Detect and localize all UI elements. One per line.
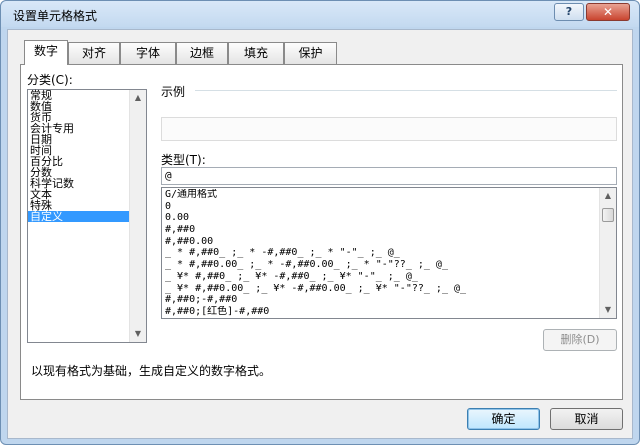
ok-button[interactable]: 确定 bbox=[467, 408, 540, 430]
format-code-item[interactable]: #,##0;[红色]-#,##0 bbox=[165, 306, 597, 318]
type-label: 类型(T): bbox=[161, 153, 206, 167]
dialog-body: 数字 对齐 字体 边框 填充 保护 分类(C): 常规 数值 货币 会计专用 日… bbox=[7, 29, 633, 439]
format-code-item[interactable]: _ ¥* #,##0.00_ ;_ ¥* -#,##0.00_ ;_ ¥* "-… bbox=[165, 283, 597, 295]
format-code-item[interactable]: #,##0;-#,##0 bbox=[165, 294, 597, 306]
format-code-listbox[interactable]: G/通用格式 0 0.00 #,##0 #,##0.00 _ * #,##0_ … bbox=[161, 187, 617, 319]
tab-border[interactable]: 边框 bbox=[176, 42, 228, 64]
description-text: 以现有格式为基础，生成自定义的数字格式。 bbox=[31, 364, 272, 378]
dialog-title: 设置单元格格式 bbox=[13, 9, 98, 23]
delete-button[interactable]: 删除(D) bbox=[543, 329, 617, 351]
format-code-item[interactable]: 0.00 bbox=[165, 212, 597, 224]
sample-label: 示例 bbox=[161, 85, 186, 99]
tab-font[interactable]: 字体 bbox=[120, 42, 176, 64]
scroll-down-arrow-icon[interactable]: ▼ bbox=[600, 302, 616, 318]
tab-fill[interactable]: 填充 bbox=[228, 42, 284, 64]
tab-protection[interactable]: 保护 bbox=[284, 42, 337, 64]
category-item-selected[interactable]: 自定义 bbox=[28, 211, 131, 222]
format-code-item[interactable]: #,##0 bbox=[165, 224, 597, 236]
help-button[interactable]: ? bbox=[554, 3, 584, 21]
number-tab-panel: 分类(C): 常规 数值 货币 会计专用 日期 时间 百分比 分数 科学记数 文… bbox=[20, 64, 623, 400]
type-input[interactable]: @ bbox=[161, 167, 617, 185]
scroll-up-arrow-icon[interactable]: ▲ bbox=[130, 90, 146, 106]
sample-divider bbox=[195, 90, 617, 91]
format-code-scrollbar[interactable]: ▲ ▼ bbox=[599, 188, 616, 318]
format-code-item[interactable]: 0 bbox=[165, 201, 597, 213]
format-code-item[interactable]: _ * #,##0.00_ ;_ * -#,##0.00_ ;_ * "-"??… bbox=[165, 259, 597, 271]
title-bar[interactable]: 设置单元格格式 ? ✕ bbox=[1, 1, 639, 27]
scroll-down-arrow-icon[interactable]: ▼ bbox=[130, 326, 146, 342]
scroll-up-arrow-icon[interactable]: ▲ bbox=[600, 188, 616, 204]
category-items: 常规 数值 货币 会计专用 日期 时间 百分比 分数 科学记数 文本 特殊 自定… bbox=[28, 90, 131, 222]
category-listbox[interactable]: 常规 数值 货币 会计专用 日期 时间 百分比 分数 科学记数 文本 特殊 自定… bbox=[27, 89, 147, 343]
format-code-item[interactable]: _ ¥* #,##0_ ;_ ¥* -#,##0_ ;_ ¥* "-"_ ;_ … bbox=[165, 271, 597, 283]
scroll-thumb[interactable] bbox=[602, 208, 614, 222]
tab-alignment[interactable]: 对齐 bbox=[68, 42, 120, 64]
cancel-button[interactable]: 取消 bbox=[550, 408, 623, 430]
category-scrollbar[interactable]: ▲ ▼ bbox=[129, 90, 146, 342]
format-code-item[interactable]: _ * #,##0_ ;_ * -#,##0_ ;_ * "-"_ ;_ @_ bbox=[165, 247, 597, 259]
category-label: 分类(C): bbox=[27, 73, 73, 87]
sample-preview bbox=[161, 117, 617, 141]
format-code-items: G/通用格式 0 0.00 #,##0 #,##0.00 _ * #,##0_ … bbox=[165, 189, 597, 318]
close-button[interactable]: ✕ bbox=[586, 3, 630, 21]
format-code-item[interactable]: #,##0.00 bbox=[165, 236, 597, 248]
format-cells-dialog: 设置单元格格式 ? ✕ 数字 对齐 字体 边框 填充 保护 分类(C): 常规 … bbox=[0, 0, 640, 445]
format-code-item[interactable]: G/通用格式 bbox=[165, 189, 597, 201]
tab-number[interactable]: 数字 bbox=[24, 40, 68, 65]
